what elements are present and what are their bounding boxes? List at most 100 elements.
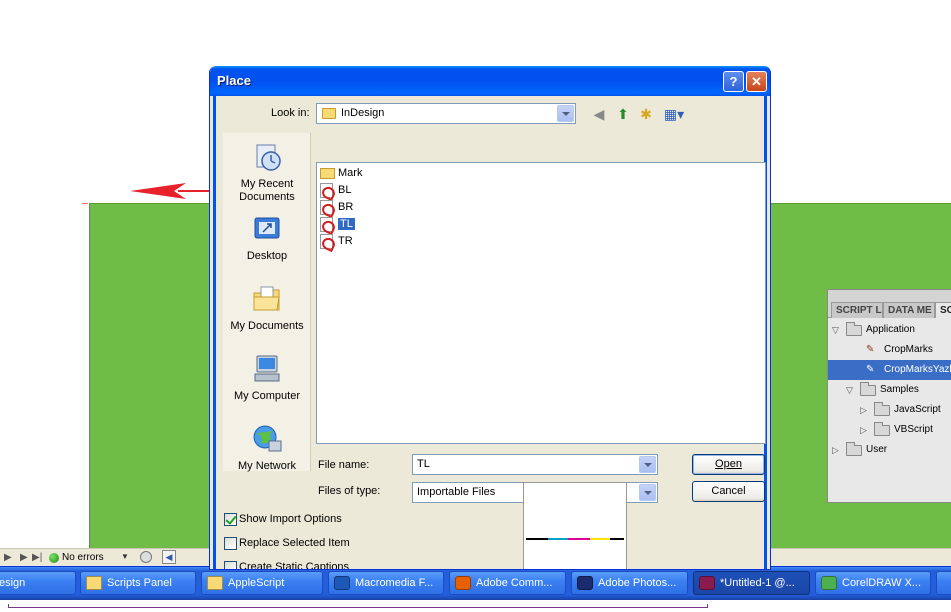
place-label: Desktop [246,250,288,262]
preview-crop-line [568,538,590,540]
checkbox-box[interactable] [224,561,237,569]
script-tree-item[interactable]: ▷ User [828,440,951,460]
last-page-icon[interactable]: ▶| [32,552,42,563]
folder-icon [860,382,876,396]
tab-scripts[interactable]: SC [935,302,951,318]
my-network-icon [253,425,282,452]
show-import-options-checkbox[interactable]: Show Import Options [224,512,342,528]
place-dialog: Place ? ✕ Look in: InDesign ◀ ⬆ ✱ ▦▾ My … [209,66,771,570]
collapsed-triangle-icon[interactable]: ▷ [860,420,867,440]
expanded-triangle-icon[interactable]: ▽ [846,380,853,400]
look-in-dropdown[interactable]: InDesign [316,103,576,124]
prev-page-icon[interactable]: ▶ [4,552,12,563]
help-button[interactable]: ? [723,71,744,92]
place-label: My Computer [233,390,301,402]
scroll-left-icon[interactable]: ◀ [162,550,176,564]
place-my-network[interactable]: My Network [223,423,311,473]
file-name: BR [338,201,354,213]
taskbar-button[interactable] [936,571,951,595]
coreldraw-icon [821,576,837,590]
create-static-captions-checkbox[interactable]: Create Static Captions [224,560,350,570]
file-item[interactable]: Mark [320,165,362,181]
checkbox-label: Create Static Captions [239,561,350,570]
folder-icon [846,322,862,336]
script-tree-item[interactable]: ▷ JavaScript [828,400,951,420]
chevron-down-icon[interactable] [639,456,656,473]
preflight-dropdown-icon[interactable]: ▼ [121,552,129,561]
new-folder-icon[interactable]: ✱ [637,106,655,122]
up-one-level-icon[interactable]: ⬆ [614,106,632,122]
file-item[interactable]: TL [320,216,355,232]
taskbar-button[interactable]: Macromedia F... [328,571,444,595]
tab-script-label[interactable]: SCRIPT L [831,302,883,318]
script-tree-item[interactable]: ✎ CropMarksYazh [828,360,951,380]
pdf-file-icon [320,217,333,232]
folder-icon [874,402,890,416]
preflight-options-icon[interactable] [140,551,152,563]
dialog-titlebar[interactable]: Place ? ✕ [210,66,770,96]
collapsed-triangle-icon[interactable]: ▷ [860,400,867,420]
script-tree-item[interactable]: ▷ VBScript [828,420,951,440]
preflight-errors-text: No errors [62,552,104,563]
desktop-icon [254,217,280,239]
file-list[interactable]: Mark BL BR TL TR [316,162,766,444]
place-my-documents[interactable]: My Documents [223,283,311,333]
taskbar-button[interactable]: CorelDRAW X... [815,571,931,595]
checkbox-box[interactable] [224,537,237,550]
taskbar-button[interactable]: Adobe Comm... [449,571,566,595]
preflight-status-icon [49,553,59,563]
place-recent-documents[interactable]: My Recent Documents [223,141,311,204]
screen: ▶ ▶ ▶| No errors ▼ ◀ SCRIPT L DATA ME SC… [0,0,951,612]
tab-data-merge[interactable]: DATA ME [883,302,935,318]
next-page-icon[interactable]: ▶ [20,552,28,563]
file-name-input[interactable]: TL [412,454,658,475]
cancel-button[interactable]: Cancel [692,481,765,502]
open-button[interactable]: Open [692,454,765,475]
script-tree-item[interactable]: ▽ Application [828,320,951,340]
file-item[interactable]: BR [320,199,353,215]
file-name: TL [338,218,355,230]
taskbar-button-label: Adobe Comm... [476,577,553,589]
script-tree-item[interactable]: ✎ CropMarks [828,340,951,360]
script-tree-label: Application [866,324,915,335]
close-button[interactable]: ✕ [746,71,767,92]
chevron-down-icon[interactable] [639,484,656,501]
collapsed-triangle-icon[interactable]: ▷ [832,440,839,460]
taskbar-button[interactable]: *Untitled-1 @... [693,571,810,595]
scripts-tree: ▽ Application ✎ CropMarks ✎ CropMarksYazh ▽ Sam… [828,320,951,460]
view-menu-icon[interactable]: ▦▾ [661,106,687,122]
checkbox-box[interactable] [224,513,237,526]
place-desktop[interactable]: Desktop [223,213,311,263]
place-my-computer[interactable]: My Computer [223,353,311,403]
folder-icon [86,576,102,590]
script-tree-label: User [866,444,888,455]
expanded-triangle-icon[interactable]: ▽ [832,320,839,340]
scripts-panel: SCRIPT L DATA ME SC ▽ Application ✎ CropMar… [827,289,951,503]
script-tree-label: CropMarks [884,344,933,355]
taskbar-button-label: *Untitled-1 @... [720,577,795,589]
preview-crop-line [526,538,548,540]
file-name-label: File name: [318,459,370,471]
taskbar-button[interactable]: Adobe Photos... [571,571,688,595]
script-tree-item[interactable]: ▽ Samples [828,380,951,400]
scripts-panel-tabs: SCRIPT L DATA ME SC [828,290,951,318]
taskbar-button[interactable]: AppleScript [201,571,323,595]
preview-crop-line [548,538,568,540]
photoshop-icon [577,576,593,590]
folder-icon [207,576,223,590]
file-item[interactable]: BL [320,182,351,198]
preview-crop-line [590,538,610,540]
taskbar-button-label: Macromedia F... [355,577,434,589]
file-item[interactable]: TR [320,233,353,249]
taskbar-button[interactable]: Scripts Panel [80,571,196,595]
chevron-down-icon[interactable] [557,105,574,122]
place-label: My Documents [230,320,304,332]
files-of-type-value: Importable Files [417,486,496,498]
replace-selected-item-checkbox[interactable]: Replace Selected Item [224,536,350,552]
place-label: Documents [239,191,295,203]
back-icon[interactable]: ◀ [590,106,608,122]
open-button-label: Open [715,458,742,470]
my-computer-icon [254,355,280,382]
taskbar-button[interactable]: esign [0,571,76,595]
pdf-file-icon [320,200,333,215]
